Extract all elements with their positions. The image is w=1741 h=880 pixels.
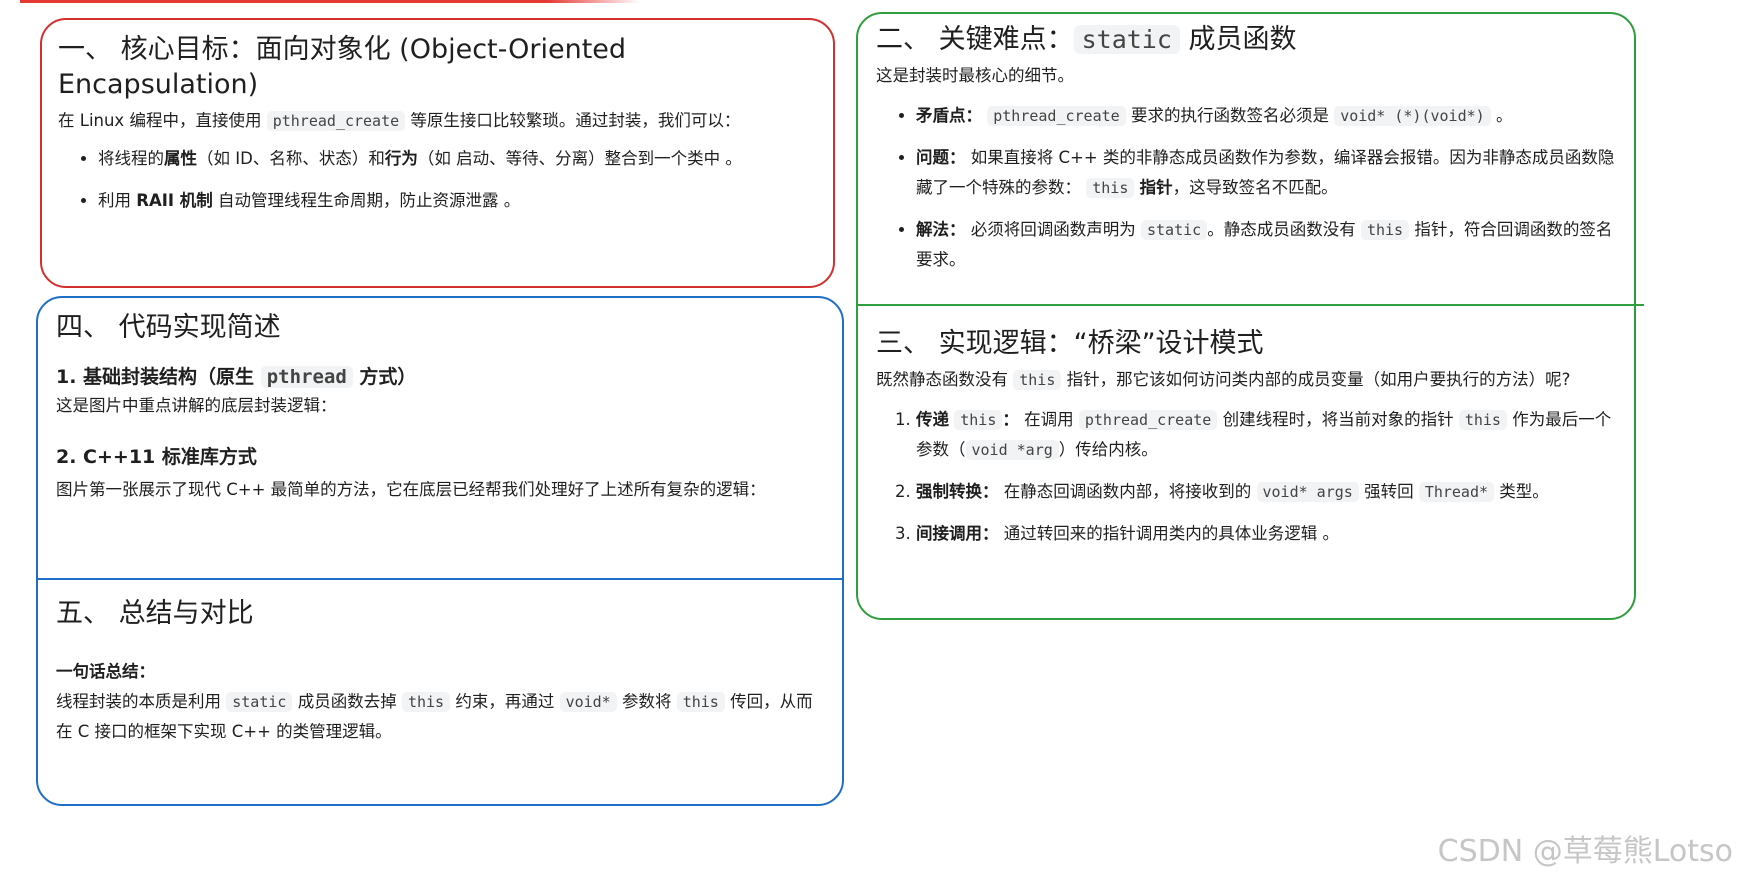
section-key-difficulty: 二、 关键难点：static 成员函数 这是封装时最核心的细节。 矛盾点： pt…: [858, 22, 1634, 287]
section-key-difficulty-list: 矛盾点： pthread_create 要求的执行函数签名必须是 void* (…: [876, 101, 1616, 275]
inline-code: this: [1360, 220, 1410, 240]
summary-label: 一句话总结：: [56, 662, 155, 681]
inline-code: pthread: [260, 366, 353, 388]
list-item: 传递 this： 在调用 pthread_create 创建线程时，将当前对象的…: [916, 405, 1616, 465]
section-code-impl: 四、 代码实现简述 1. 基础封装结构（原生 pthread 方式） 这是图片中…: [38, 310, 842, 505]
inline-code: static: [1073, 25, 1180, 54]
subsection-cpp11-title: 2. C++11 标准库方式: [56, 446, 257, 468]
section-implementation-summary: 四、 代码实现简述 1. 基础封装结构（原生 pthread 方式） 这是图片中…: [36, 296, 844, 806]
section-core-goal-intro: 在 Linux 编程中，直接使用 pthread_create 等原生接口比较繁…: [58, 111, 741, 131]
section-summary-title: 五、 总结与对比: [56, 598, 254, 629]
list-item: 解法： 必须将回调函数声明为 static。静态成员函数没有 this 指针，符…: [916, 215, 1616, 275]
subsection-pthread-text: 这是图片中重点讲解的底层封装逻辑：: [56, 396, 337, 415]
list-item: 间接调用： 通过转回来的指针调用类内的具体业务逻辑 。: [916, 519, 1616, 549]
list-item: 将线程的属性（如 ID、名称、状态）和行为（如 启动、等待、分离）整合到一个类中…: [98, 144, 817, 174]
watermark: CSDN @草莓熊Lotso: [1437, 834, 1733, 869]
section-bridge-logic-list: 传递 this： 在调用 pthread_create 创建线程时，将当前对象的…: [876, 405, 1616, 549]
section-key-difficulty-title: 二、 关键难点： static 成员函数: [876, 24, 1297, 55]
section-core-goal-title: 一、 核心目标：面向对象化 (Object-Oriented Encapsula…: [58, 34, 627, 100]
inline-code: this: [1013, 370, 1062, 390]
inline-code: void *arg: [965, 440, 1059, 460]
inline-code: void* (*)(void*): [1334, 106, 1491, 126]
inline-code: this: [1458, 410, 1507, 430]
inline-code: this: [954, 410, 1003, 430]
section-bridge-logic-intro: 既然静态函数没有 this 指针，那它该如何访问类内部的成员变量（如用户要执行的…: [876, 370, 1571, 390]
subsection-cpp11-text: 图片第一张展示了现代 C++ 最简单的方法，它在底层已经帮我们处理好了上述所有复…: [56, 480, 766, 499]
inline-code: static: [1141, 220, 1208, 240]
inline-code: static: [226, 692, 293, 712]
section-divider: [38, 578, 842, 580]
list-item: 利用 RAII 机制 自动管理线程生命周期，防止资源泄露 。: [98, 186, 817, 216]
section-code-impl-title: 四、 代码实现简述: [56, 312, 281, 343]
section-divider: [856, 304, 1644, 306]
inline-code: pthread_create: [266, 111, 406, 131]
section-bridge-logic-title: 三、 实现逻辑：“桥梁”设计模式: [876, 328, 1264, 359]
inline-code: Thread*: [1418, 482, 1495, 502]
subsection-pthread-title: 1. 基础封装结构（原生 pthread 方式）: [56, 366, 417, 388]
inline-code: void* args: [1256, 482, 1359, 502]
section-core-goal-list: 将线程的属性（如 ID、名称、状态）和行为（如 启动、等待、分离）整合到一个类中…: [58, 144, 817, 216]
list-item: 矛盾点： pthread_create 要求的执行函数签名必须是 void* (…: [916, 101, 1616, 131]
section-key-difficulty-logic: 二、 关键难点：static 成员函数 这是封装时最核心的细节。 矛盾点： pt…: [856, 12, 1644, 620]
list-item: 强制转换： 在静态回调函数内部，将接收到的 void* args 强转回 Thr…: [916, 477, 1616, 507]
inline-code: this: [401, 692, 451, 712]
list-item: 问题： 如果直接将 C++ 类的非静态成员函数作为参数，编译器会报错。因为非静态…: [916, 143, 1616, 203]
inline-code: void*: [559, 692, 617, 712]
section-bridge-logic: 三、 实现逻辑：“桥梁”设计模式 既然静态函数没有 this 指针，那它该如何访…: [858, 326, 1634, 561]
inline-code: this: [676, 692, 725, 712]
inline-code: pthread_create: [1078, 410, 1218, 430]
top-accent-line: [20, 0, 640, 3]
inline-code: this: [1086, 178, 1135, 198]
section-core-goal: 一、 核心目标：面向对象化 (Object-Oriented Encapsula…: [40, 18, 835, 288]
section-key-difficulty-intro: 这是封装时最核心的细节。: [876, 66, 1074, 85]
inline-code: pthread_create: [987, 106, 1126, 126]
summary-text: 线程封装的本质是利用 static 成员函数去掉 this 约束，再通过 voi…: [56, 692, 813, 741]
section-summary: 五、 总结与对比 一句话总结： 线程封装的本质是利用 static 成员函数去掉…: [38, 596, 842, 747]
